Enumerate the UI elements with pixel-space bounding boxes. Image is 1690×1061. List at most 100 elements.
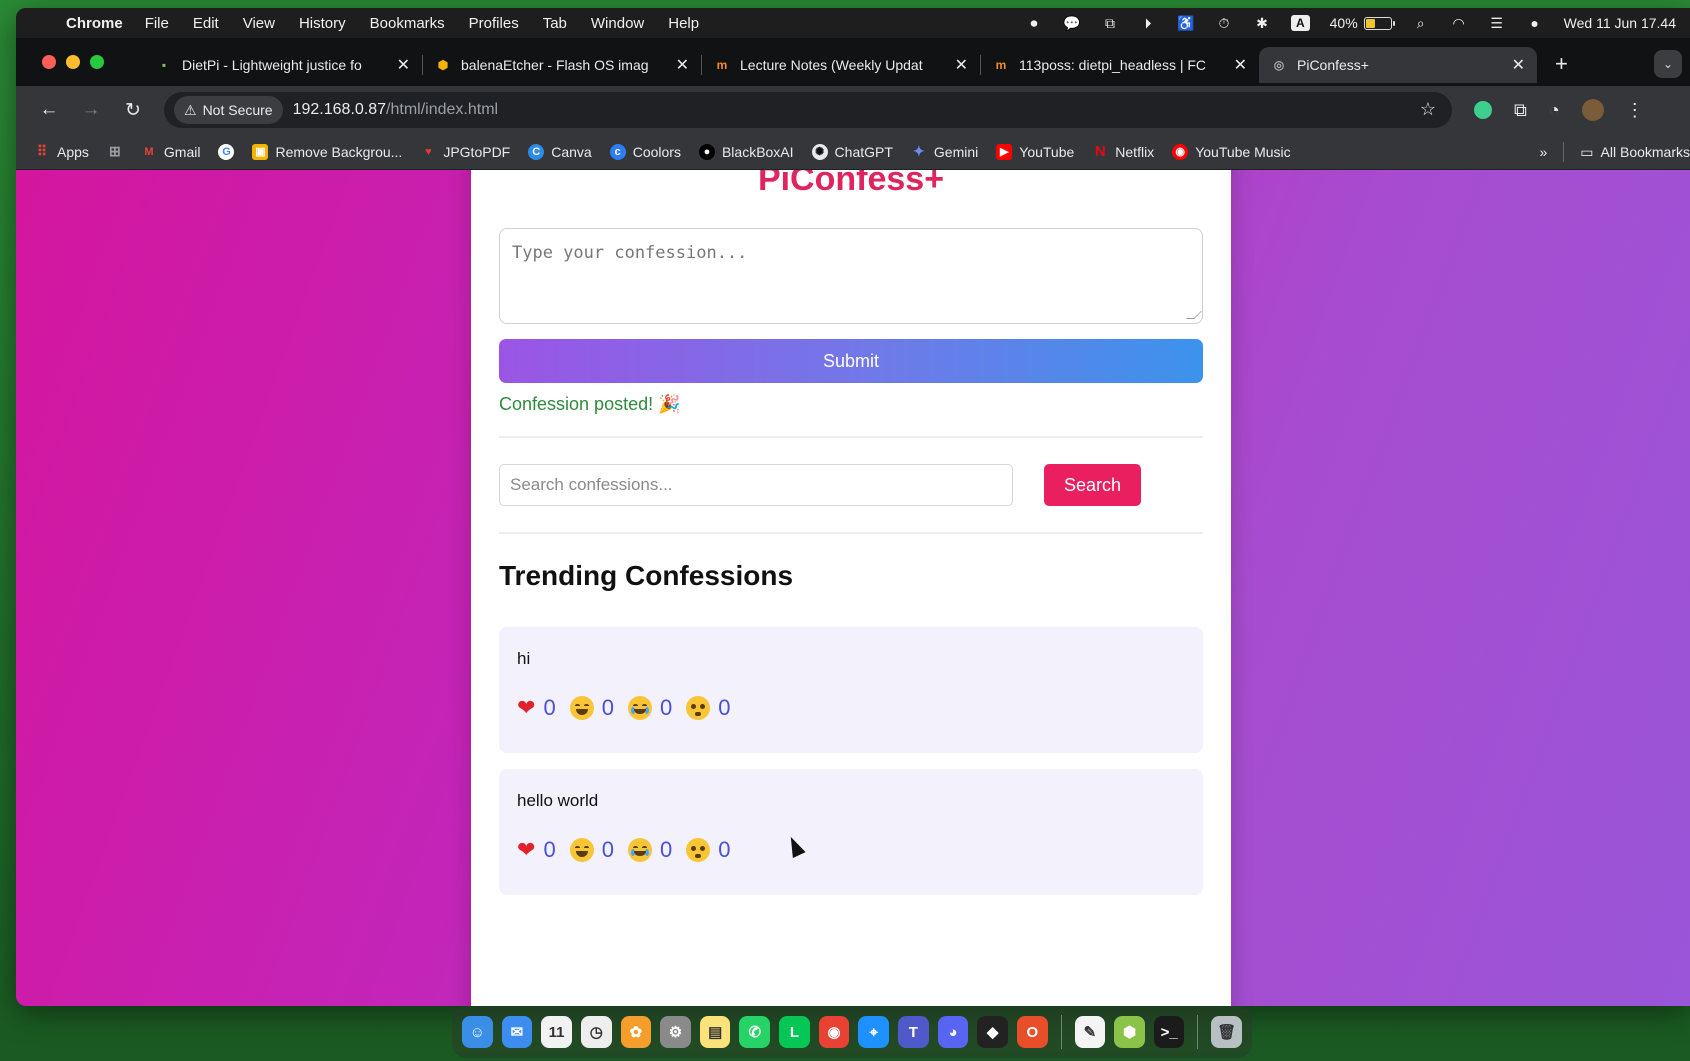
bookmark-youtube[interactable]: ▶ YouTube: [996, 143, 1074, 160]
reaction-laugh[interactable]: 0: [569, 837, 614, 863]
bookmark-canva[interactable]: C Canva: [528, 143, 592, 160]
address-bar[interactable]: ⚠ Not Secure 192.168.0.87/html/index.htm…: [164, 92, 1452, 128]
keyboard-input-icon[interactable]: A: [1290, 15, 1310, 31]
line-status-icon[interactable]: 💬: [1063, 14, 1081, 32]
menu-file[interactable]: File: [145, 15, 169, 32]
safari-icon[interactable]: ⌖: [858, 1016, 890, 1048]
finder-icon[interactable]: ☺: [462, 1016, 493, 1048]
battery-indicator[interactable]: 40%: [1330, 15, 1395, 31]
search-input[interactable]: Search confessions...: [499, 464, 1013, 506]
textedit-icon[interactable]: ✎: [1074, 1016, 1106, 1048]
reaction-laugh[interactable]: 0: [569, 695, 614, 721]
notes-app-icon[interactable]: ▤: [699, 1016, 731, 1048]
bookmark-blackbox[interactable]: ● BlackBoxAI: [698, 143, 794, 160]
bookmark-chatgpt[interactable]: ✺ ChatGPT: [811, 143, 893, 160]
menu-history[interactable]: History: [299, 15, 346, 32]
chrome-icon[interactable]: ◉: [818, 1016, 850, 1048]
zoom-window-button[interactable]: [90, 55, 104, 69]
clock-icon[interactable]: ◷: [580, 1016, 612, 1048]
close-tab-icon[interactable]: ✕: [1512, 55, 1525, 75]
bluetooth-icon[interactable]: ✱: [1253, 14, 1271, 32]
spotlight-search-icon[interactable]: ⌕: [1412, 14, 1430, 32]
reaction-flushed[interactable]: 0: [686, 695, 730, 721]
cube-icon[interactable]: ⬢: [1114, 1016, 1145, 1048]
close-tab-icon[interactable]: ✕: [955, 55, 968, 75]
discord-icon[interactable]: ◕: [937, 1016, 969, 1048]
whatsapp-icon[interactable]: ✆: [739, 1016, 771, 1048]
tab-lecture-notes[interactable]: m Lecture Notes (Weekly Updat ✕: [702, 47, 980, 83]
play-icon[interactable]: ⏵: [1139, 14, 1157, 32]
menu-bookmarks[interactable]: Bookmarks: [370, 15, 445, 32]
unity-icon[interactable]: ◆: [977, 1016, 1008, 1048]
bookmark-gemini[interactable]: ✦ Gemini: [911, 143, 978, 160]
tab-dietpi[interactable]: ▪ DietPi - Lightweight justice fo ✕: [144, 47, 422, 83]
bookmark-tab-groups[interactable]: ⊞: [107, 143, 123, 160]
tab-search-chevron-icon[interactable]: ⌄: [1654, 50, 1682, 78]
bookmark-coolors[interactable]: c Coolors: [609, 143, 681, 160]
bookmark-gmail[interactable]: M Gmail: [141, 144, 200, 160]
accessibility-icon[interactable]: ♿: [1177, 14, 1195, 32]
url-text[interactable]: 192.168.0.87/html/index.html: [293, 101, 498, 119]
close-tab-icon[interactable]: ✕: [676, 55, 689, 75]
menu-window[interactable]: Window: [591, 15, 644, 32]
menu-tab[interactable]: Tab: [543, 15, 567, 32]
bookmark-star-icon[interactable]: ☆: [1420, 99, 1436, 120]
bookmark-remove-bg[interactable]: ▣ Remove Backgrou...: [252, 143, 402, 160]
profile-avatar[interactable]: [1581, 99, 1604, 121]
control-center-icon[interactable]: ☰: [1488, 14, 1506, 32]
siri-icon[interactable]: ●: [1526, 14, 1544, 32]
reaction-flushed[interactable]: 0: [686, 837, 730, 863]
office-icon[interactable]: O: [1016, 1016, 1048, 1048]
more-bookmarks-button[interactable]: »: [1540, 144, 1548, 160]
close-tab-icon[interactable]: ✕: [1234, 55, 1247, 75]
menu-app-name[interactable]: Chrome: [66, 15, 123, 32]
reaction-cry[interactable]: 0: [627, 695, 672, 721]
tab-balena[interactable]: ⬢ balenaEtcher - Flash OS imag ✕: [423, 47, 701, 83]
photos-icon[interactable]: ✿: [620, 1016, 652, 1048]
timer-icon[interactable]: ⏱: [1215, 14, 1233, 32]
tab-113poss[interactable]: m 113poss: dietpi_headless | FC ✕: [981, 47, 1259, 83]
all-bookmarks-button[interactable]: ▭ All Bookmarks: [1580, 144, 1690, 161]
extensions-puzzle-icon[interactable]: ⧉: [1514, 100, 1527, 121]
terminal-icon[interactable]: >_: [1153, 1016, 1185, 1048]
minimize-window-button[interactable]: [66, 55, 80, 69]
bookmark-netflix[interactable]: N Netflix: [1092, 143, 1154, 160]
bookmark-apps[interactable]: ⠿ Apps: [34, 143, 89, 160]
mail-icon[interactable]: ✉: [501, 1016, 533, 1048]
calendar-icon[interactable]: 11: [541, 1016, 572, 1048]
reaction-heart[interactable]: ❤ 0: [517, 695, 556, 721]
performance-icon[interactable]: ◔: [1549, 100, 1560, 121]
close-window-button[interactable]: [42, 55, 56, 69]
bookmark-jpgtopdf[interactable]: ♥ JPGtoPDF: [420, 144, 510, 160]
line-icon[interactable]: L: [779, 1016, 810, 1048]
settings-icon[interactable]: ⚙: [660, 1016, 691, 1048]
screen-share-icon[interactable]: ⧉: [1101, 14, 1119, 32]
new-tab-button[interactable]: +: [1555, 51, 1568, 77]
confession-textarea[interactable]: Type your confession...: [499, 228, 1203, 324]
search-button[interactable]: Search: [1044, 464, 1141, 506]
submit-button[interactable]: Submit: [499, 339, 1203, 383]
reaction-heart[interactable]: ❤ 0: [517, 837, 556, 863]
extension-icon[interactable]: [1474, 101, 1492, 119]
wifi-icon[interactable]: ◠: [1450, 14, 1468, 32]
forward-button[interactable]: →: [70, 99, 112, 121]
close-tab-icon[interactable]: ✕: [397, 55, 410, 75]
tab-groups-icon: ⊞: [109, 143, 121, 159]
menubar-clock[interactable]: Wed 11 Jun 17.44: [1564, 15, 1676, 31]
resize-handle-icon[interactable]: [1186, 311, 1202, 319]
bookmark-google[interactable]: G: [218, 143, 235, 160]
menu-help[interactable]: Help: [668, 15, 699, 32]
security-chip[interactable]: ⚠ Not Secure: [174, 96, 283, 124]
menu-profiles[interactable]: Profiles: [469, 15, 519, 32]
tab-piconfess[interactable]: ◎ PiConfess+ ✕: [1259, 47, 1537, 83]
reaction-cry[interactable]: 0: [627, 837, 672, 863]
trash-icon[interactable]: 🗑: [1211, 1016, 1243, 1048]
more-menu-icon[interactable]: ⋮: [1626, 100, 1644, 121]
record-icon[interactable]: ⏺: [1025, 14, 1043, 32]
reload-button[interactable]: ↻: [112, 99, 154, 122]
menu-view[interactable]: View: [243, 15, 275, 32]
back-button[interactable]: ←: [28, 99, 70, 121]
teams-icon[interactable]: T: [898, 1016, 929, 1048]
bookmark-youtube-music[interactable]: ◉ YouTube Music: [1172, 143, 1291, 160]
menu-edit[interactable]: Edit: [193, 15, 219, 32]
